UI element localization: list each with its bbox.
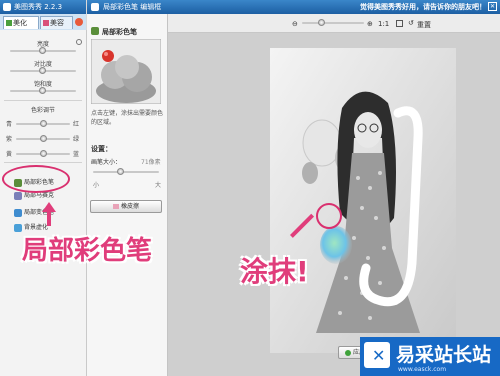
site-name: 易采站长站 <box>396 344 492 366</box>
brush-size-slider[interactable] <box>93 171 159 173</box>
eraser-icon <box>112 204 119 209</box>
background-blur-icon <box>14 223 22 232</box>
smear-highlight-circle <box>316 203 342 229</box>
red-label: 红 <box>73 121 80 128</box>
right-title-bar: 局部彩色笔 编辑框 觉得美图秀秀好用，请告诉你的朋友吧！ ✕ <box>87 0 500 14</box>
yellow-label: 黄 <box>6 151 13 158</box>
divider <box>4 100 82 101</box>
more-tab-icon[interactable] <box>75 18 83 26</box>
brush-size-knob[interactable] <box>117 168 124 175</box>
reset-icon[interactable]: ↺ <box>408 19 414 27</box>
promo-text: 觉得美图秀秀好用，请告诉你的朋友吧！ <box>360 3 486 11</box>
zoom-ratio[interactable]: 1:1 <box>378 20 389 28</box>
eraser-button[interactable]: 橡皮擦 <box>90 200 162 213</box>
reset-icon[interactable] <box>76 39 82 45</box>
tab-beautify-label: 美化 <box>13 19 27 27</box>
mosaic-icon <box>14 191 22 200</box>
brush-size-value: 71像素 <box>141 159 161 166</box>
cyan-red-knob[interactable] <box>40 120 47 127</box>
purple-green-knob[interactable] <box>40 135 47 142</box>
site-url: www.easck.com <box>398 366 447 373</box>
recolor-pen-icon <box>14 208 22 217</box>
size-small-label: 小 <box>93 182 100 189</box>
tool-local-mosaic-label: 局部马赛克 <box>24 192 55 199</box>
beauty-icon <box>43 20 49 26</box>
tab-beauty[interactable]: 美容 <box>40 16 73 29</box>
beautify-icon <box>6 20 12 26</box>
photo[interactable] <box>270 48 456 353</box>
contrast-knob[interactable] <box>39 67 46 74</box>
reset-label[interactable]: 重置 <box>417 20 431 30</box>
site-watermark: ✕ 易采站长站 www.easck.com <box>360 337 500 376</box>
tool-caption: 局部彩色笔 <box>22 236 153 266</box>
up-arrow-shaft <box>47 210 51 226</box>
color-pen-icon <box>91 27 99 35</box>
instruction-text: 点击左键，涂抹出需要颜色的区域。 <box>91 110 164 126</box>
size-large-label: 大 <box>155 182 162 189</box>
check-icon <box>344 349 351 356</box>
left-app-title: 美图秀秀 2.2.3 <box>14 3 63 11</box>
yellow-blue-knob[interactable] <box>40 150 47 157</box>
tool-settings-panel: 局部彩色笔 点击左键，涂抹出需要颜色的区域。 设置： 画笔大小： 71像素 小 … <box>87 14 168 376</box>
preview-image <box>91 39 161 104</box>
tool-background-blur[interactable]: 背景虚化 <box>14 222 48 232</box>
blue-label: 蓝 <box>73 151 80 158</box>
purple-label: 紫 <box>6 136 13 143</box>
editor-title: 局部彩色笔 编辑框 <box>103 3 162 11</box>
brush-size-label: 画笔大小： <box>91 159 122 166</box>
zoom-knob[interactable] <box>318 19 325 26</box>
left-title-bar: 美图秀秀 2.2.3 <box>0 0 86 14</box>
left-tab-bar: 美化 美容 <box>0 14 86 31</box>
cyan-label: 青 <box>6 121 13 128</box>
zoom-toolbar: ⊖ ⊕ 1:1 ↺ 重置 <box>168 14 500 33</box>
tab-beautify[interactable]: 美化 <box>3 16 39 29</box>
close-icon[interactable]: ✕ <box>488 2 497 11</box>
app-logo-icon <box>3 3 11 11</box>
zoom-out-icon[interactable]: ⊖ <box>292 20 298 28</box>
app-logo-icon <box>91 3 99 11</box>
highlight-circle <box>2 165 70 193</box>
color-adjust-title: 色彩调节 <box>30 107 55 114</box>
tool-name: 局部彩色笔 <box>102 28 137 36</box>
saturation-knob[interactable] <box>39 87 46 94</box>
smear-caption: 涂抹! <box>240 255 309 288</box>
zoom-slider[interactable] <box>302 22 364 24</box>
site-logo-icon: ✕ <box>364 342 390 368</box>
green-label: 绿 <box>73 136 80 143</box>
eraser-button-label: 橡皮擦 <box>120 203 139 210</box>
brightness-knob[interactable] <box>39 47 46 54</box>
settings-label: 设置： <box>91 145 112 153</box>
zoom-in-icon[interactable]: ⊕ <box>367 20 373 28</box>
divider <box>4 162 82 163</box>
tool-background-blur-label: 背景虚化 <box>24 224 49 231</box>
tab-beauty-label: 美容 <box>50 19 64 27</box>
fit-screen-icon[interactable] <box>396 20 403 27</box>
